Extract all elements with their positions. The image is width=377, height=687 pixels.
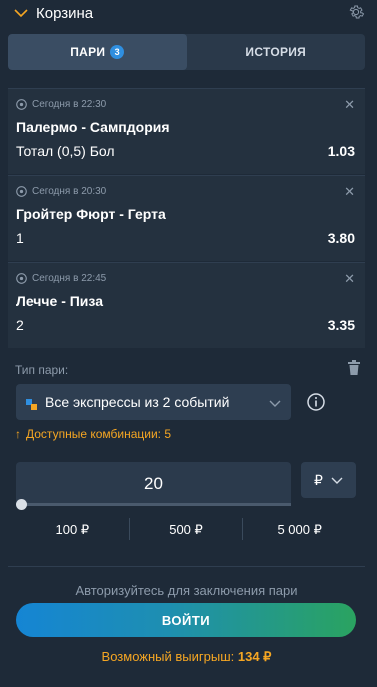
bet-meta: Сегодня в 20:30 bbox=[16, 186, 106, 197]
stake-slider-handle[interactable] bbox=[16, 499, 27, 510]
tab-history-label: ИСТОРИЯ bbox=[245, 45, 307, 59]
stake-slider-track[interactable] bbox=[20, 503, 291, 506]
bet-odds: 3.35 bbox=[327, 317, 355, 333]
bet-card: Сегодня в 20:30 ✕ Гройтер Фюрт - Герта 1… bbox=[8, 175, 365, 261]
bet-time: Сегодня в 22:30 bbox=[32, 99, 107, 110]
bet-slip-title: Корзина bbox=[36, 4, 94, 22]
soccer-ball-icon bbox=[16, 99, 27, 110]
bet-time: Сегодня в 20:30 bbox=[32, 186, 107, 197]
bet-slip-footer: Авторизуйтесь для заключения пари ВОЙТИ … bbox=[8, 566, 365, 676]
currency-value: ₽ bbox=[314, 471, 323, 488]
bets-count-badge: 3 bbox=[110, 45, 125, 59]
possible-win-value: 134 ₽ bbox=[237, 649, 272, 664]
bet-odds: 3.80 bbox=[327, 230, 355, 246]
bet-match: Палермо - Сампдория bbox=[16, 119, 170, 135]
close-icon[interactable]: ✕ bbox=[344, 184, 355, 200]
close-icon[interactable]: ✕ bbox=[344, 97, 355, 113]
close-icon[interactable]: ✕ bbox=[344, 271, 355, 287]
bet-outcome: 2 bbox=[16, 317, 24, 333]
bet-slip-panel: Корзина ПАРИ 3 ИСТОРИЯ Сегодня в 22:30 ✕… bbox=[0, 0, 377, 687]
possible-win-label: Возможный выигрыш: bbox=[101, 649, 238, 664]
info-icon[interactable] bbox=[306, 392, 326, 412]
bet-outcome: 1 bbox=[16, 230, 24, 246]
bet-card: Сегодня в 22:45 ✕ Лечче - Пиза 2 3.35 bbox=[8, 262, 365, 348]
combinations-text: Доступные комбинации: 5 bbox=[26, 427, 171, 441]
bet-card: Сегодня в 22:30 ✕ Палермо - Сампдория То… bbox=[8, 88, 365, 174]
chevron-down-icon bbox=[331, 477, 343, 484]
trash-icon[interactable] bbox=[347, 360, 361, 376]
possible-win: Возможный выигрыш: 134 ₽ bbox=[8, 649, 365, 665]
bet-type-value: Все экспрессы из 2 событий bbox=[45, 394, 230, 410]
quick-stake-500[interactable]: 500 ₽ bbox=[130, 518, 243, 542]
bet-type-select[interactable]: Все экспрессы из 2 событий bbox=[16, 384, 291, 420]
bet-outcome: Тотал (0,5) Бол bbox=[16, 143, 115, 159]
arrow-up-icon: ↑ bbox=[15, 427, 21, 441]
bet-meta: Сегодня в 22:45 bbox=[16, 273, 106, 284]
chevron-down-icon bbox=[269, 396, 281, 408]
bet-slip-tabs: ПАРИ 3 ИСТОРИЯ bbox=[8, 34, 365, 70]
bet-slip-header[interactable]: Корзина bbox=[0, 0, 377, 26]
quick-stake-buttons: 100 ₽ 500 ₽ 5 000 ₽ bbox=[16, 518, 356, 542]
auth-prompt: Авторизуйтесь для заключения пари bbox=[75, 583, 298, 598]
available-combinations: ↑ Доступные комбинации: 5 bbox=[15, 427, 171, 441]
soccer-ball-icon bbox=[16, 186, 27, 197]
tab-bets[interactable]: ПАРИ 3 bbox=[8, 34, 187, 70]
soccer-ball-icon bbox=[16, 273, 27, 284]
bet-odds: 1.03 bbox=[327, 143, 355, 159]
quick-stake-100[interactable]: 100 ₽ bbox=[16, 518, 129, 542]
quick-stake-5000[interactable]: 5 000 ₽ bbox=[243, 518, 356, 542]
tab-bets-label: ПАРИ bbox=[70, 45, 106, 59]
bet-match: Лечче - Пиза bbox=[16, 293, 103, 309]
bet-type-label: Тип пари: bbox=[15, 363, 69, 377]
currency-select[interactable]: ₽ bbox=[301, 462, 356, 498]
stake-input[interactable]: 20 bbox=[16, 462, 291, 506]
bet-match: Гройтер Фюрт - Герта bbox=[16, 206, 166, 222]
tab-history[interactable]: ИСТОРИЯ bbox=[187, 34, 366, 70]
bet-time: Сегодня в 22:45 bbox=[32, 273, 107, 284]
chevron-down-icon[interactable] bbox=[14, 6, 28, 20]
bet-meta: Сегодня в 22:30 bbox=[16, 99, 106, 110]
login-button[interactable]: ВОЙТИ bbox=[16, 603, 356, 637]
express-icon bbox=[26, 397, 37, 410]
gear-icon[interactable] bbox=[347, 3, 365, 21]
